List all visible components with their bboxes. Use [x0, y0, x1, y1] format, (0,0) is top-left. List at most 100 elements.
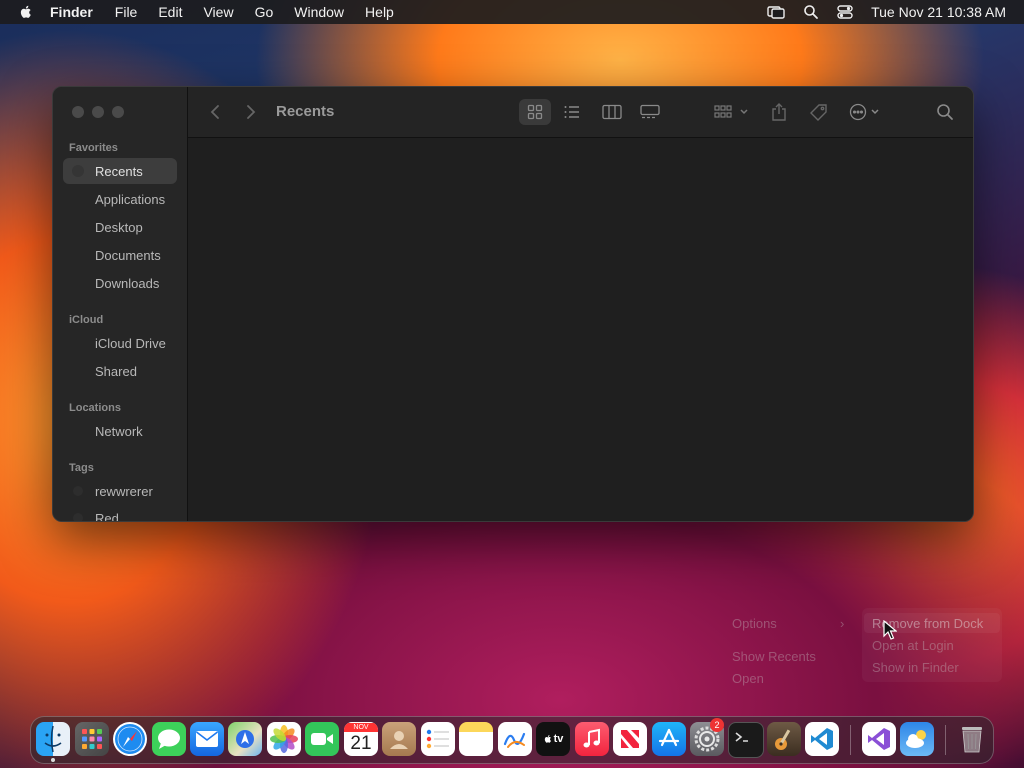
- calendar-day: 21: [350, 732, 372, 754]
- menu-window[interactable]: Window: [294, 4, 344, 20]
- cloud-icon: [71, 336, 85, 350]
- network-globe-icon: [71, 424, 85, 438]
- control-center-icon[interactable]: [837, 4, 853, 20]
- reminders-app-icon[interactable]: [421, 722, 455, 756]
- sidebar-item-label: Downloads: [95, 275, 160, 291]
- finder-window: Favorites Recents Applications Desktop D…: [52, 86, 974, 522]
- maps-app-icon[interactable]: [228, 722, 262, 756]
- sidebar-header-icloud: iCloud: [69, 314, 104, 326]
- menu-go[interactable]: Go: [255, 4, 274, 20]
- sidebar-item-desktop[interactable]: Desktop: [63, 214, 177, 240]
- menu-file[interactable]: File: [115, 4, 138, 20]
- sidebar-header-locations: Locations: [69, 402, 121, 414]
- screen-mirroring-icon[interactable]: [767, 4, 785, 20]
- apple-tv-app-icon[interactable]: tv: [536, 722, 570, 756]
- window-controls: [72, 106, 124, 118]
- close-window-button[interactable]: [72, 106, 84, 118]
- dock-separator: [850, 725, 851, 755]
- spotlight-search-icon[interactable]: [803, 4, 819, 20]
- mail-app-icon[interactable]: [190, 722, 224, 756]
- minimize-window-button[interactable]: [92, 106, 104, 118]
- menu-help[interactable]: Help: [365, 4, 394, 20]
- sidebar-item-recents[interactable]: Recents: [63, 158, 177, 184]
- sidebar-item-tag-red[interactable]: Red: [63, 505, 177, 521]
- sidebar-item-label: Desktop: [95, 219, 143, 235]
- context-menu-options[interactable]: Options: [732, 616, 777, 631]
- back-chevron-icon[interactable]: [206, 99, 224, 125]
- shared-folder-icon: [71, 364, 85, 378]
- zoom-window-button[interactable]: [112, 106, 124, 118]
- sidebar-item-label: Shared: [95, 363, 137, 379]
- sidebar-item-documents[interactable]: Documents: [63, 242, 177, 268]
- context-menu-show-recents[interactable]: Show Recents: [732, 649, 816, 664]
- messages-app-icon[interactable]: [152, 722, 186, 756]
- column-view-icon[interactable]: [596, 99, 628, 125]
- running-indicator: [51, 758, 55, 762]
- contacts-app-icon[interactable]: [382, 722, 416, 756]
- visual-studio-app-icon[interactable]: [862, 722, 896, 756]
- app-store-icon[interactable]: [652, 722, 686, 756]
- tag-icon[interactable]: [808, 99, 830, 125]
- context-menu-open[interactable]: Open: [732, 671, 764, 686]
- gallery-view-icon[interactable]: [634, 99, 666, 125]
- more-actions-icon[interactable]: [848, 99, 888, 125]
- finder-sidebar: Favorites Recents Applications Desktop D…: [53, 87, 188, 521]
- notification-badge: 2: [710, 718, 724, 732]
- launchpad-app-icon[interactable]: [75, 722, 109, 756]
- terminal-app-icon[interactable]: [728, 722, 764, 758]
- clock-icon: [71, 164, 85, 178]
- menu-view[interactable]: View: [203, 4, 233, 20]
- finder-toolbar: Recents: [188, 87, 973, 138]
- garageband-app-icon[interactable]: [767, 722, 801, 756]
- news-app-icon[interactable]: [613, 722, 647, 756]
- sidebar-item-label: Documents: [95, 247, 161, 263]
- sidebar-header-tags: Tags: [69, 462, 94, 474]
- finder-app-icon[interactable]: [36, 722, 70, 756]
- music-app-icon[interactable]: [575, 722, 609, 756]
- finder-content-area[interactable]: [188, 138, 973, 521]
- calendar-month: NOV: [344, 722, 378, 732]
- facetime-app-icon[interactable]: [305, 722, 339, 756]
- notes-app-icon[interactable]: [459, 722, 493, 756]
- safari-app-icon[interactable]: [113, 722, 147, 756]
- sidebar-item-downloads[interactable]: Downloads: [63, 270, 177, 296]
- forward-chevron-icon[interactable]: [242, 99, 260, 125]
- vscode-app-icon[interactable]: [805, 722, 839, 756]
- sidebar-item-icloud-drive[interactable]: iCloud Drive: [63, 330, 177, 356]
- trash-icon[interactable]: [955, 722, 989, 756]
- freeform-app-icon[interactable]: [498, 722, 532, 756]
- submenu-show-in-finder[interactable]: Show in Finder: [872, 660, 959, 675]
- icon-view-icon[interactable]: [519, 99, 551, 125]
- menu-finder[interactable]: Finder: [50, 4, 93, 20]
- sidebar-header-favorites: Favorites: [69, 142, 118, 154]
- sidebar-item-label: Network: [95, 423, 143, 439]
- sidebar-item-label: Recents: [95, 163, 143, 179]
- desktop-icon: [71, 220, 85, 234]
- sidebar-item-applications[interactable]: Applications: [63, 186, 177, 212]
- calendar-app-icon[interactable]: NOV 21: [344, 722, 378, 756]
- share-icon[interactable]: [768, 99, 790, 125]
- sidebar-item-shared[interactable]: Shared: [63, 358, 177, 384]
- weather-app-icon[interactable]: [900, 722, 934, 756]
- sidebar-item-label: rewwrerer: [95, 483, 153, 499]
- sidebar-item-label: Applications: [95, 191, 166, 207]
- tag-dot-icon: [73, 513, 83, 521]
- menubar-clock[interactable]: Tue Nov 21 10:38 AM: [871, 4, 1006, 20]
- list-view-icon[interactable]: [556, 99, 588, 125]
- sidebar-item-tag-rewwrerer[interactable]: rewwrerer: [63, 478, 177, 504]
- search-icon[interactable]: [932, 99, 958, 125]
- mouse-pointer-icon: [883, 619, 898, 645]
- sidebar-item-label: iCloud Drive: [95, 335, 166, 351]
- apple-tv-label: tv: [553, 733, 564, 745]
- tag-dot-icon: [73, 486, 83, 496]
- menu-edit[interactable]: Edit: [158, 4, 182, 20]
- group-by-icon[interactable]: [712, 99, 754, 125]
- submenu-chevron-icon: ›: [840, 616, 845, 631]
- menu-bar: Finder File Edit View Go Window Help Tue…: [0, 0, 1024, 24]
- dock: NOV 21 tv: [30, 716, 994, 764]
- download-icon: [71, 276, 85, 290]
- photos-app-icon[interactable]: [267, 722, 301, 756]
- apple-menu-icon[interactable]: [18, 4, 34, 20]
- window-title: Recents: [276, 103, 335, 120]
- sidebar-item-network[interactable]: Network: [63, 418, 177, 444]
